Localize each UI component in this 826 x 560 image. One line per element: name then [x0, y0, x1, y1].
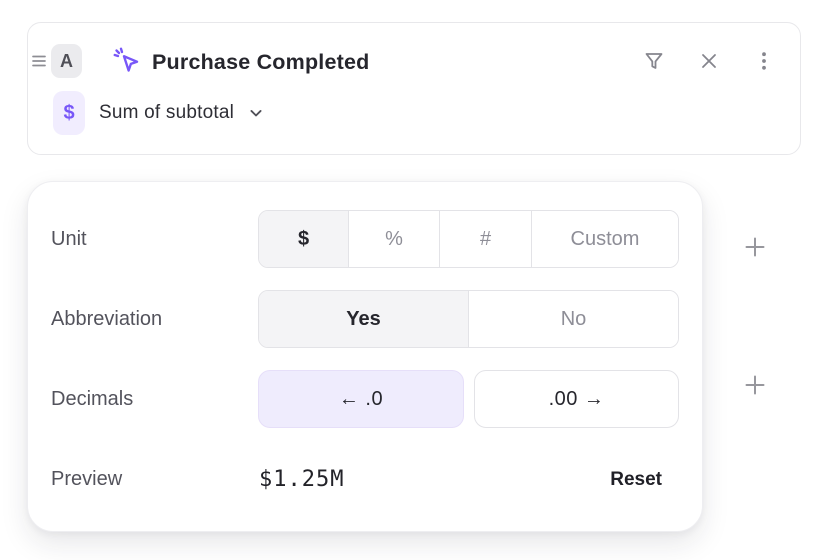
metric-unit-symbol: $ [63, 102, 74, 125]
plus-icon [743, 373, 767, 397]
close-button[interactable] [695, 47, 723, 75]
unit-option-dollar[interactable]: $ [259, 211, 349, 267]
chevron-down-icon [246, 103, 266, 123]
add-metric-button-top[interactable] [742, 234, 768, 260]
unit-option-number[interactable]: # [440, 211, 532, 267]
event-position-badge: A [51, 44, 82, 78]
plus-icon [743, 235, 767, 259]
decimals-label: Decimals [51, 385, 133, 413]
event-title[interactable]: Purchase Completed [152, 47, 369, 77]
decimals-controls: ← .0 .00 → [258, 370, 679, 428]
filter-button[interactable] [640, 47, 668, 75]
decimals-increase-button[interactable]: .00 → [474, 370, 679, 428]
event-card: A Purchase Completed [27, 22, 801, 155]
metric-settings-view: A Purchase Completed [0, 0, 826, 560]
click-cursor-icon [110, 44, 144, 78]
unit-label: Unit [51, 225, 87, 253]
preview-value: $1.25M [259, 467, 344, 493]
unit-option-percent[interactable]: % [349, 211, 440, 267]
preview-label: Preview [51, 465, 122, 493]
decimals-decrease-button[interactable]: ← .0 [258, 370, 464, 428]
more-options-button[interactable] [750, 47, 778, 75]
add-metric-button-bottom[interactable] [742, 372, 768, 398]
metric-label: Sum of subtotal [99, 102, 234, 124]
unit-segmented-control: $ % # Custom [258, 210, 679, 268]
metric-select-dropdown[interactable]: $ Sum of subtotal [53, 91, 266, 135]
x-icon [697, 49, 721, 73]
abbreviation-option-yes[interactable]: Yes [259, 291, 469, 347]
unit-option-custom[interactable]: Custom [532, 211, 678, 267]
funnel-icon [642, 49, 666, 73]
abbreviation-segmented-control: Yes No [258, 290, 679, 348]
abbreviation-label: Abbreviation [51, 305, 162, 333]
reset-button[interactable]: Reset [610, 467, 662, 493]
metric-unit-badge: $ [53, 91, 85, 135]
abbreviation-option-no[interactable]: No [469, 291, 678, 347]
format-panel: Unit $ % # Custom Abbreviation Yes No De… [27, 181, 703, 532]
drag-handle-icon[interactable] [30, 52, 48, 70]
kebab-vertical-icon [752, 49, 776, 73]
